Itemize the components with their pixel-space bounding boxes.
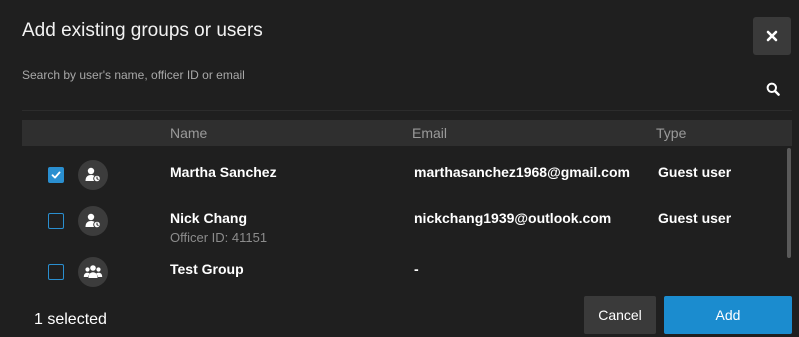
officer-id: Officer ID: 41151 [170,230,268,245]
search-input[interactable] [22,64,722,86]
add-groups-users-dialog: Add existing groups or users Name Email … [0,0,799,337]
cancel-button[interactable]: Cancel [584,296,656,334]
search-bar [22,60,792,111]
selected-count: 1 selected [34,311,107,328]
user-email: nickchang1939@outlook.com [414,210,612,226]
checkmark-icon [51,171,61,179]
column-header-name: Name [170,125,208,141]
user-email: - [414,261,419,277]
user-name: Nick Chang [170,210,248,226]
user-name: Martha Sanchez [170,164,277,180]
scrollbar[interactable] [787,148,791,258]
row-checkbox[interactable] [48,167,64,183]
dialog-title: Add existing groups or users [22,20,263,41]
search-icon[interactable] [764,80,782,98]
column-header-type: Type [656,125,687,141]
user-email: marthasanchez1968@gmail.com [414,164,630,180]
user-type: Guest user [658,164,732,180]
table-row[interactable]: Nick Chang Officer ID: 41151 nickchang19… [22,193,782,245]
guest-user-icon [78,206,108,236]
row-checkbox[interactable] [48,264,64,280]
user-type: Guest user [658,210,732,226]
table-row[interactable]: Martha Sanchez marthasanchez1968@gmail.c… [22,147,782,193]
close-button[interactable] [753,17,791,55]
table-row[interactable]: Test Group - [22,244,782,287]
dialog-footer: 1 selected Cancel Add [0,290,799,337]
guest-user-icon [78,160,108,190]
add-button[interactable]: Add [664,296,792,334]
results-list: Martha Sanchez marthasanchez1968@gmail.c… [22,147,792,287]
group-icon [78,257,108,287]
row-checkbox[interactable] [48,213,64,229]
column-header-email: Email [412,125,448,141]
group-name: Test Group [170,261,244,277]
table-header: Name Email Type [22,120,792,146]
close-icon [766,30,778,42]
